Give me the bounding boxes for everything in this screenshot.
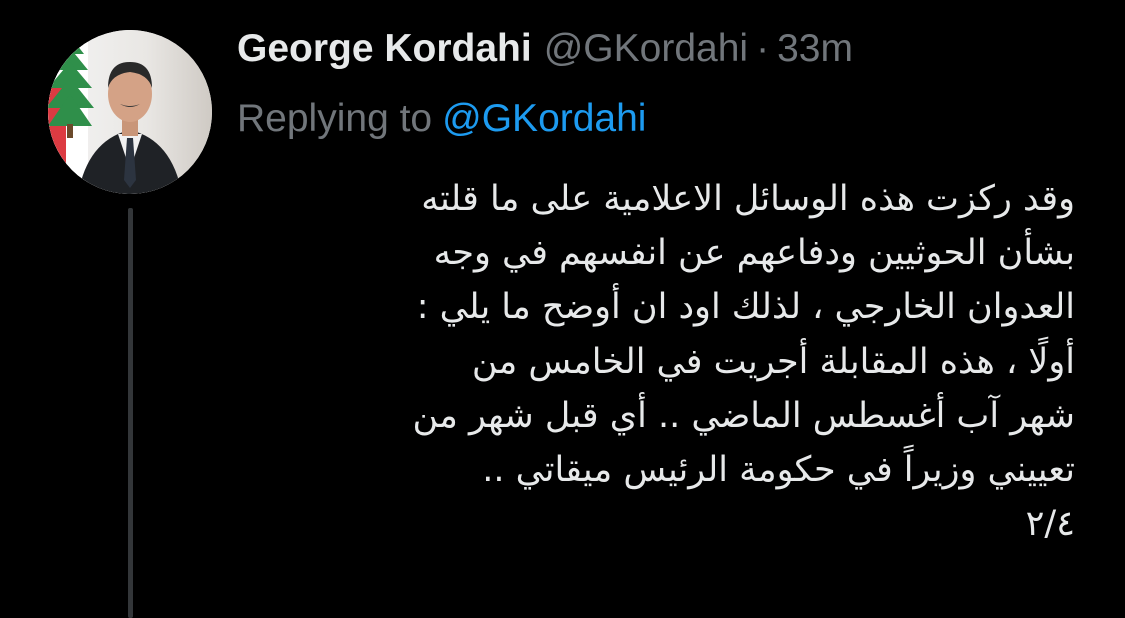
avatar-column bbox=[48, 30, 212, 618]
avatar[interactable] bbox=[48, 30, 212, 194]
tweet-text-line: أولًا ، هذه المقابلة أجريت في الخامس من bbox=[471, 341, 1075, 382]
thread-connector-line bbox=[128, 208, 133, 618]
tweet-header: George Kordahi @GKordahi · 33m bbox=[237, 24, 1077, 74]
tweet[interactable]: George Kordahi @GKordahi · 33m Replying … bbox=[0, 0, 1125, 618]
replying-to-handle-link[interactable]: @GKordahi bbox=[442, 97, 646, 140]
tweet-text-line: تعييني وزيراً في حكومة الرئيس ميقاتي .. bbox=[482, 450, 1075, 491]
replying-to-label: Replying to bbox=[237, 97, 433, 140]
tweet-timestamp[interactable]: 33m bbox=[777, 24, 853, 74]
tweet-text: وقد ركزت هذه الوسائل الاعلامية على ما قل… bbox=[255, 172, 1075, 551]
tweet-text-line: شهر آب أغسطس الماضي .. أي قبل شهر من bbox=[412, 395, 1075, 436]
author-display-name[interactable]: George Kordahi bbox=[237, 24, 532, 74]
tweet-text-line: بشأن الحوثيين ودفاعهم عن انفسهم في وجه bbox=[433, 233, 1075, 274]
thread-counter: ٢/٤ bbox=[1025, 504, 1075, 545]
tweet-text-line: وقد ركزت هذه الوسائل الاعلامية على ما قل… bbox=[421, 179, 1075, 219]
author-handle[interactable]: @GKordahi bbox=[544, 24, 748, 74]
tweet-content: George Kordahi @GKordahi · 33m Replying … bbox=[237, 24, 1077, 144]
avatar-image bbox=[48, 30, 212, 194]
tweet-text-line: العدوان الخارجي ، لذلك اود ان أوضح ما يل… bbox=[416, 287, 1075, 328]
replying-to: Replying to @GKordahi bbox=[237, 94, 1077, 144]
separator-dot: · bbox=[756, 27, 770, 70]
